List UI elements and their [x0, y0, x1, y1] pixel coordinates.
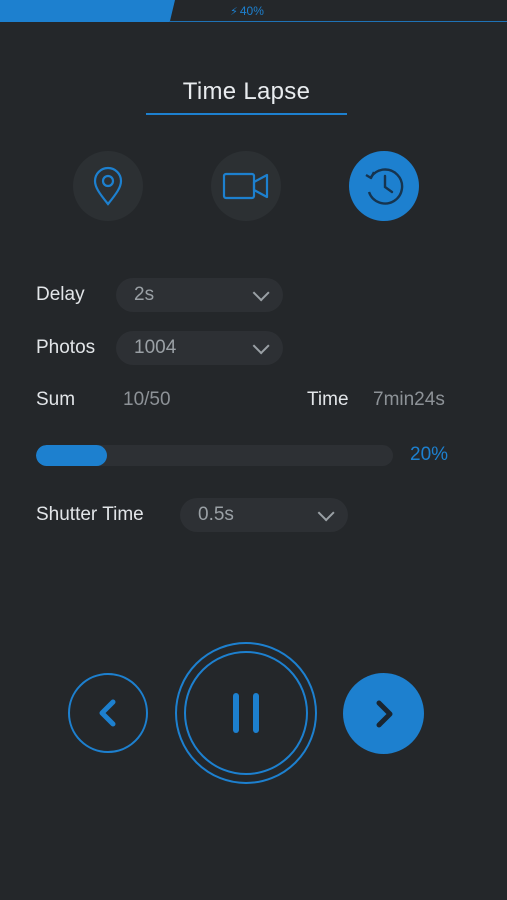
mode-location-button[interactable]: [73, 151, 143, 221]
previous-button[interactable]: [68, 673, 148, 753]
sum-label: Sum: [36, 389, 76, 410]
shutter-time-value: 0.5s: [198, 504, 234, 525]
status-bar: ⚡ 40%: [0, 0, 507, 24]
chevron-down-icon: [252, 284, 270, 302]
photos-label: Photos: [36, 337, 96, 358]
chevron-down-icon: [252, 337, 270, 355]
progress-percent: 20%: [410, 444, 449, 465]
battery-indicator: ⚡ 40%: [0, 4, 494, 18]
next-button[interactable]: [343, 673, 424, 754]
shutter-time-label: Shutter Time: [36, 504, 144, 525]
video-camera-icon: [222, 172, 269, 200]
progress-fill: [36, 445, 107, 466]
photos-select[interactable]: 1004: [116, 331, 283, 365]
pause-button[interactable]: [184, 651, 308, 775]
chevron-down-icon: [317, 504, 335, 522]
lightning-icon: ⚡: [230, 6, 238, 18]
delay-value: 2s: [134, 284, 155, 305]
time-label: Time: [307, 389, 349, 410]
chevron-right-icon: [376, 700, 392, 727]
clock-history-icon: [365, 168, 404, 205]
title-underline: [146, 113, 347, 115]
sum-value: 10/50: [123, 389, 171, 410]
photos-value: 1004: [134, 337, 177, 358]
progress-bar: [36, 445, 393, 466]
battery-text: 40%: [239, 4, 264, 18]
time-value: 7min24s: [373, 389, 445, 410]
delay-label: Delay: [36, 284, 85, 305]
chevron-left-icon: [99, 699, 116, 727]
location-pin-icon: [93, 166, 123, 206]
page-title: Time Lapse: [182, 78, 311, 105]
shutter-time-select[interactable]: 0.5s: [180, 498, 348, 532]
status-divider: [170, 21, 507, 22]
mode-video-button[interactable]: [211, 151, 281, 221]
pause-icon: [233, 693, 259, 733]
delay-select[interactable]: 2s: [116, 278, 283, 312]
mode-timelapse-button[interactable]: [349, 151, 419, 221]
